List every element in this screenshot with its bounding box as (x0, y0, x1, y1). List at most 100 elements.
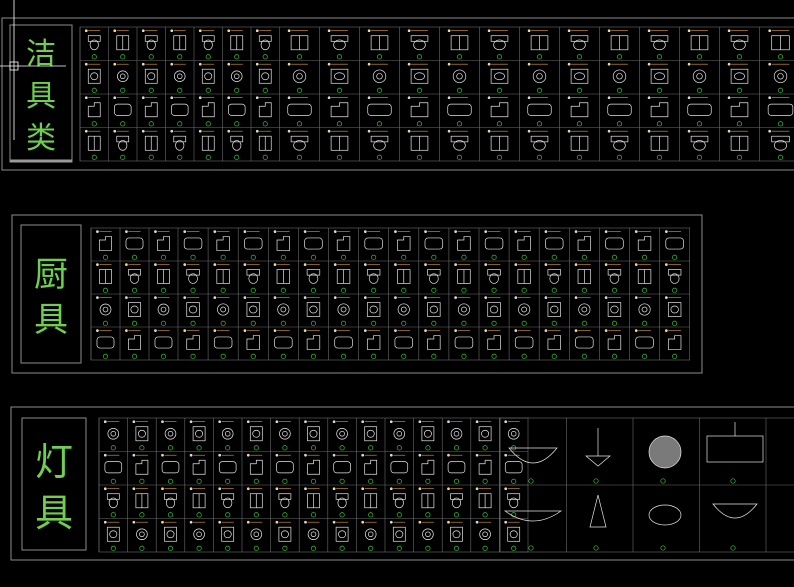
cad-symbol[interactable] (96, 329, 115, 359)
cad-symbol[interactable] (361, 520, 377, 551)
cad-symbol[interactable] (213, 296, 230, 326)
cad-symbol[interactable] (170, 62, 186, 93)
cad-symbol[interactable] (363, 263, 381, 293)
cad-symbol[interactable] (475, 520, 492, 551)
cad-symbol[interactable] (333, 329, 353, 359)
cad-symbol[interactable] (304, 520, 320, 551)
cad-symbol[interactable] (361, 487, 378, 518)
cad-symbol[interactable] (727, 62, 749, 93)
cad-symbol[interactable] (227, 96, 246, 127)
cad-symbol[interactable] (544, 230, 564, 260)
cad-symbol[interactable] (170, 29, 187, 60)
cad-symbol[interactable] (361, 420, 378, 451)
cad-symbol[interactable] (604, 329, 622, 359)
cad-symbol[interactable] (767, 96, 794, 127)
cad-symbol[interactable] (484, 230, 504, 260)
cad-symbol[interactable] (634, 329, 654, 359)
cad-symbol[interactable] (447, 520, 463, 551)
cad-symbol[interactable] (647, 62, 669, 93)
cad-symbol[interactable] (213, 263, 230, 293)
cad-symbol[interactable] (487, 96, 509, 127)
cad-symbol[interactable] (218, 420, 234, 451)
cad-symbol[interactable] (161, 520, 177, 551)
cad-symbol[interactable] (84, 62, 101, 93)
large-light-symbol[interactable] (585, 428, 611, 484)
cad-symbol[interactable] (213, 230, 230, 260)
cad-symbol[interactable] (418, 487, 435, 518)
cad-symbol[interactable] (132, 420, 149, 451)
cad-symbol[interactable] (363, 230, 383, 260)
cad-symbol[interactable] (255, 29, 272, 60)
cad-symbol[interactable] (246, 520, 263, 551)
cad-symbol[interactable] (768, 129, 790, 160)
large-light-symbol[interactable] (589, 494, 607, 551)
cad-symbol[interactable] (303, 230, 323, 260)
cad-symbol[interactable] (484, 263, 501, 293)
cad-symbol[interactable] (367, 129, 389, 160)
cad-symbol[interactable] (275, 420, 291, 451)
cad-symbol[interactable] (634, 263, 652, 293)
cad-symbol[interactable] (514, 230, 531, 260)
cad-symbol[interactable] (447, 29, 469, 60)
cad-symbol[interactable] (198, 29, 215, 60)
cad-symbol[interactable] (141, 129, 158, 160)
cad-symbol[interactable] (198, 62, 215, 93)
cad-symbol[interactable] (161, 420, 177, 451)
cad-symbol[interactable] (273, 263, 291, 293)
cad-symbol[interactable] (84, 129, 101, 160)
cad-symbol[interactable] (125, 329, 141, 359)
cad-symbol[interactable] (664, 329, 682, 359)
cad-symbol[interactable] (424, 296, 441, 326)
cad-symbol[interactable] (103, 420, 120, 451)
cad-symbol[interactable] (332, 453, 351, 484)
cad-symbol[interactable] (154, 296, 170, 326)
cad-symbol[interactable] (327, 129, 349, 160)
cad-symbol[interactable] (484, 296, 501, 326)
cad-symbol[interactable] (287, 62, 308, 93)
cad-symbol[interactable] (567, 96, 589, 127)
cad-symbol[interactable] (363, 329, 381, 359)
cad-symbol[interactable] (189, 520, 206, 551)
cad-symbol[interactable] (687, 96, 712, 127)
cad-symbol[interactable] (189, 487, 206, 518)
cad-symbol[interactable] (125, 263, 141, 293)
cad-symbol[interactable] (255, 96, 272, 127)
cad-symbol[interactable] (687, 62, 708, 93)
cad-symbol[interactable] (113, 62, 129, 93)
cad-symbol[interactable] (367, 29, 389, 60)
cad-symbol[interactable] (227, 29, 244, 60)
cad-symbol[interactable] (361, 453, 378, 484)
cad-symbol[interactable] (287, 29, 309, 60)
cad-symbol[interactable] (454, 263, 471, 293)
cad-symbol[interactable] (487, 29, 509, 60)
large-light-symbol[interactable] (706, 422, 764, 484)
cad-symbol[interactable] (389, 520, 406, 551)
cad-symbol[interactable] (367, 96, 392, 127)
cad-symbol[interactable] (113, 129, 130, 160)
cad-symbol[interactable] (527, 62, 548, 93)
cad-symbol[interactable] (141, 96, 158, 127)
cad-symbol[interactable] (243, 230, 263, 260)
cad-symbol[interactable] (727, 96, 749, 127)
cad-symbol[interactable] (125, 296, 141, 326)
cad-symbol[interactable] (154, 329, 173, 359)
cad-symbol[interactable] (647, 29, 669, 60)
cad-symbol[interactable] (389, 453, 409, 484)
cad-symbol[interactable] (389, 420, 406, 451)
cad-symbol[interactable] (687, 129, 709, 160)
cad-symbol[interactable] (447, 487, 463, 518)
cad-symbol[interactable] (327, 96, 349, 127)
cad-symbol[interactable] (227, 62, 243, 93)
cad-symbol[interactable] (407, 129, 429, 160)
cad-symbol[interactable] (227, 129, 244, 160)
cad-symbol[interactable] (768, 62, 790, 93)
cad-symbol[interactable] (304, 420, 320, 451)
cad-symbol[interactable] (125, 230, 144, 260)
cad-symbol[interactable] (273, 296, 290, 326)
cad-symbol[interactable] (544, 329, 561, 359)
cad-symbol[interactable] (246, 487, 263, 518)
cad-symbol[interactable] (454, 230, 471, 260)
cad-symbol[interactable] (604, 230, 624, 260)
cad-symbol[interactable] (154, 263, 170, 293)
large-light-symbol[interactable] (508, 447, 558, 484)
